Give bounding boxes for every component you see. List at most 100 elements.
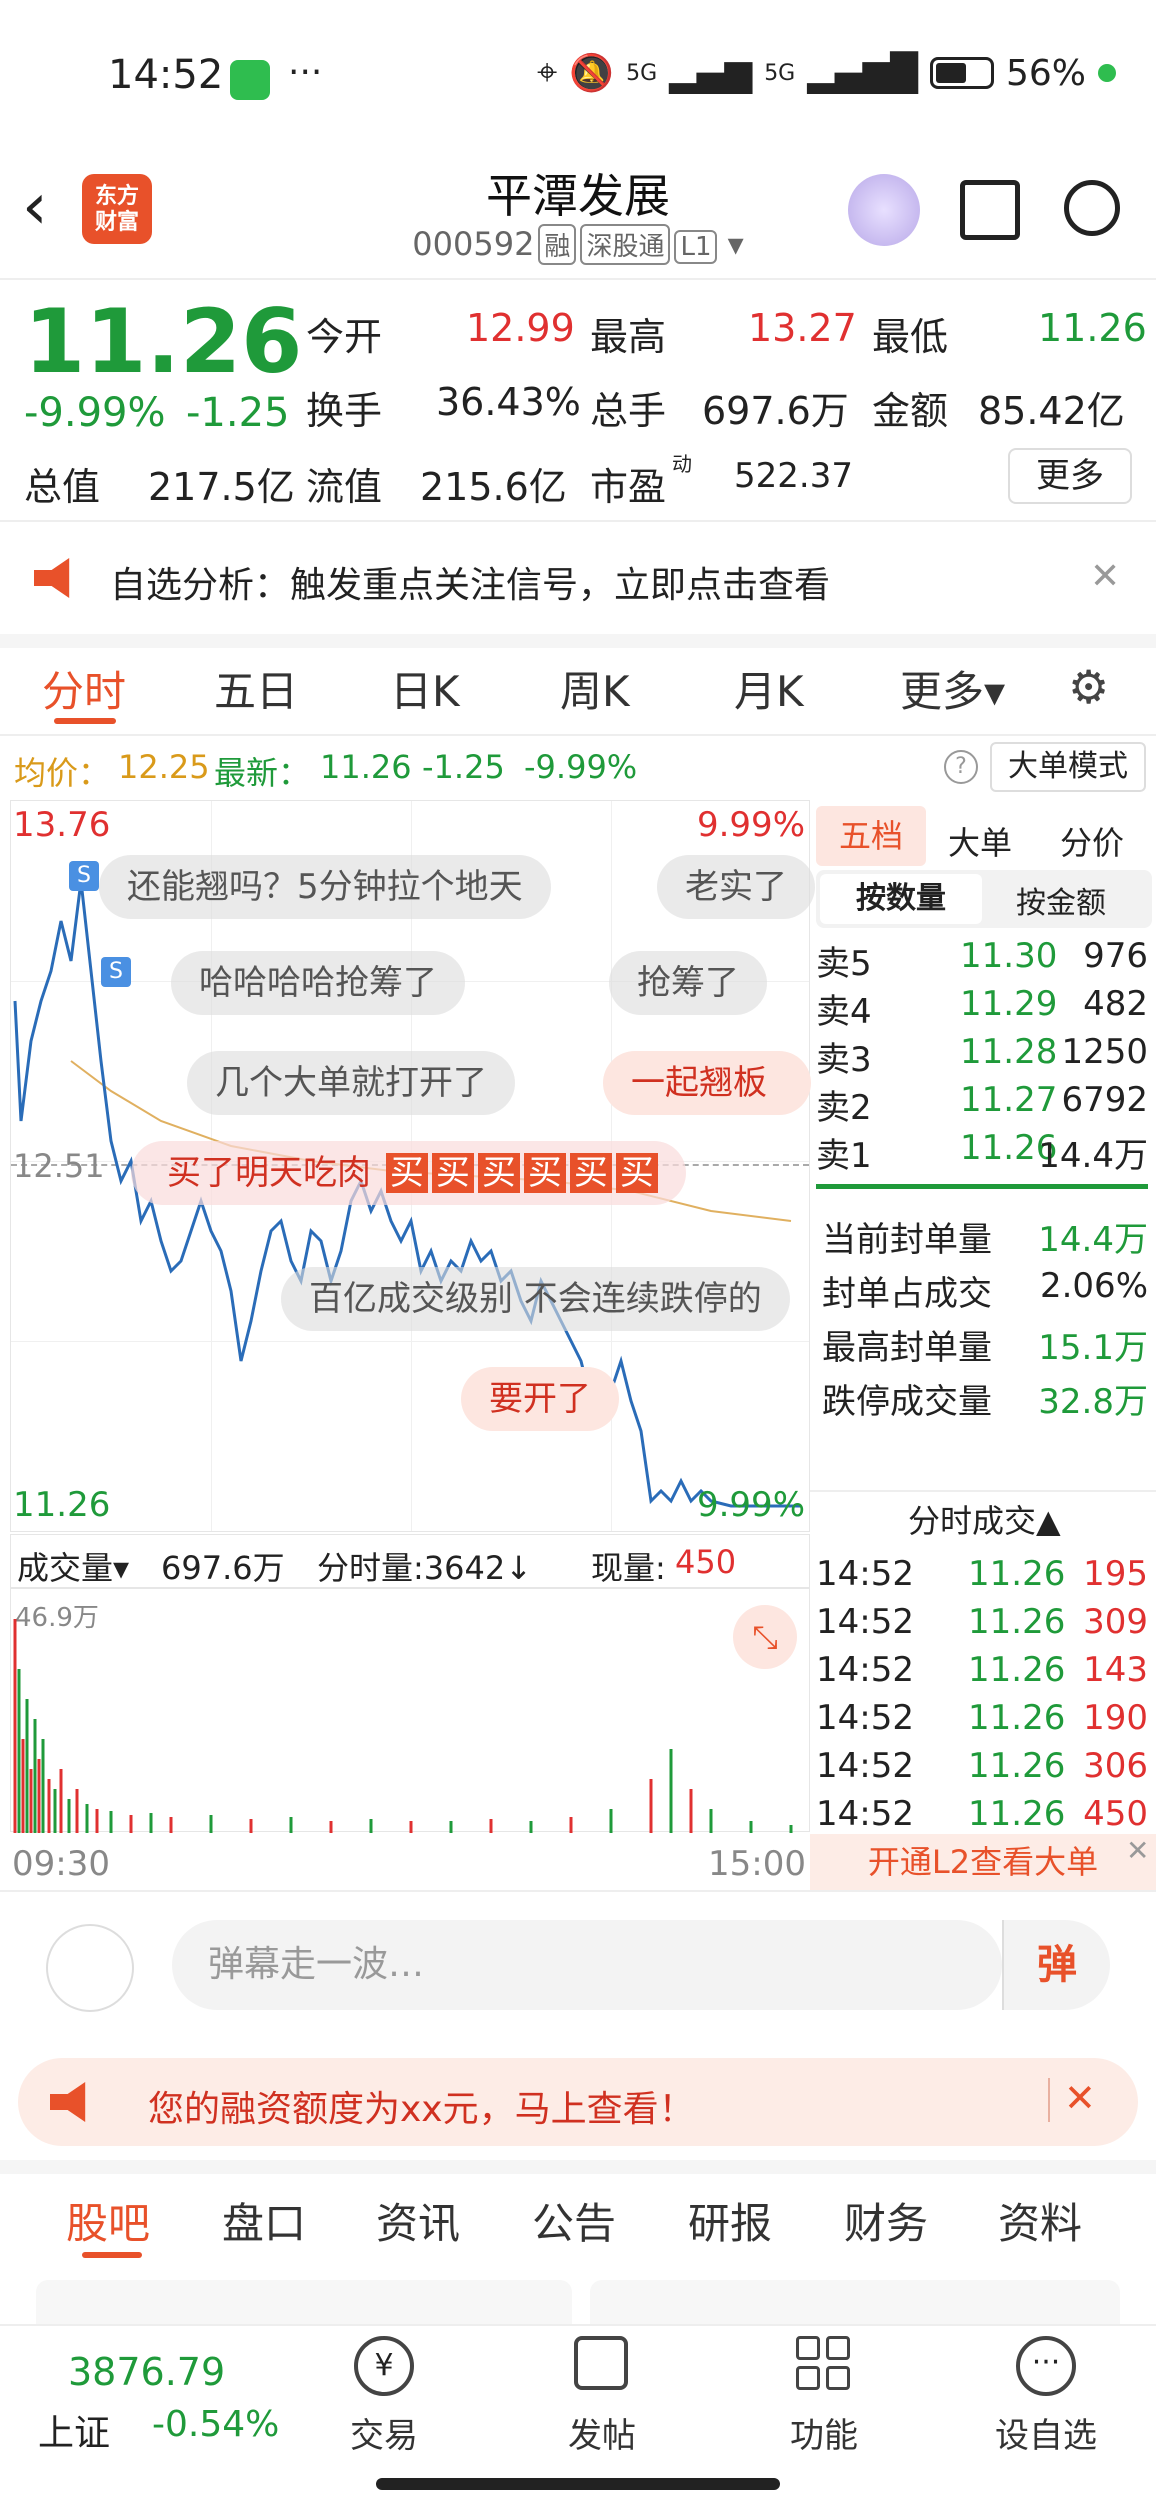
danmu-bubble[interactable]: 哈哈哈哈抢筹了 <box>171 951 465 1015</box>
index-name[interactable]: 上证 <box>38 2404 110 2456</box>
close-icon[interactable]: ✕ <box>1090 556 1120 597</box>
tab-pankou[interactable]: 盘口 <box>222 2190 306 2251</box>
apps-icon[interactable] <box>796 2336 850 2390</box>
tab-finance[interactable]: 财务 <box>844 2190 928 2251</box>
assistant-avatar-icon[interactable] <box>848 174 920 246</box>
nav-post[interactable]: 发帖 <box>532 2408 672 2457</box>
tab-5day[interactable]: 五日 <box>214 658 298 719</box>
trades-title[interactable]: 分时成交▲ <box>908 1496 1061 1542</box>
volume-label: 总手 <box>590 389 667 433</box>
volume-chart[interactable]: 46.9万 ⤡ <box>10 1588 810 1833</box>
subtab-by-qty[interactable]: 按数量 <box>820 874 982 924</box>
nav-trade[interactable]: 交易 <box>314 2408 454 2457</box>
stock-code: 000592 <box>412 225 535 263</box>
danmu-settings-icon[interactable] <box>46 1924 134 2012</box>
volume-header: 成交量▾ 697.6万 分时量:3642↓ 现量: 450 <box>10 1534 810 1588</box>
mcap-label: 总值 <box>24 465 101 509</box>
post-icon[interactable] <box>574 2336 628 2390</box>
buy-tag: 买 <box>431 1153 474 1193</box>
l2-upgrade-banner[interactable]: 开通L2查看大单 <box>810 1834 1156 1890</box>
divider <box>810 1490 1156 1492</box>
tab-guba[interactable]: 股吧 <box>66 2190 150 2251</box>
float-value: 215.6亿 <box>420 465 567 509</box>
sell-signal-marker[interactable]: S <box>69 861 99 891</box>
tab-more[interactable]: 更多▾ <box>900 658 1005 719</box>
status-right: ⌖ 🔕 5G ▂▄▆ 5G ▂▄▆█ 56% <box>537 52 1116 94</box>
ask-label: 卖2 <box>816 1088 872 1128</box>
index-change[interactable]: -0.54% <box>152 2404 279 2445</box>
big-order-mode-button[interactable]: 大单模式 <box>990 742 1146 792</box>
tab-price-dist[interactable]: 分价 <box>1060 818 1124 864</box>
sell-signal-marker[interactable]: S <box>101 957 131 987</box>
danmu-bubble[interactable]: 抢筹了 <box>609 951 767 1015</box>
danmu-bubble-highlight[interactable]: 一起翘板 <box>603 1051 811 1115</box>
stat-value: 15.1万 <box>1038 1328 1148 1368</box>
battery-icon <box>929 57 994 89</box>
danmu-input[interactable]: 弹幕走一波… <box>172 1920 1002 2010</box>
trade-price: 11.26 <box>968 1602 1066 1642</box>
now-volume: 450 <box>675 1543 737 1581</box>
orderbook-tabs: 五档 大单 分价 <box>812 806 1152 868</box>
close-icon[interactable]: ✕ <box>1126 1834 1149 1867</box>
trade-vol: 309 <box>1083 1602 1148 1642</box>
y-max-pct-label: 9.99% <box>696 805 805 845</box>
nav-functions[interactable]: 功能 <box>754 2408 894 2457</box>
close-icon[interactable]: ✕ <box>1064 2076 1096 2120</box>
pe-sup: 动 <box>672 452 692 476</box>
signal-icon-2: ▂▄▆█ <box>807 52 918 94</box>
amount-value: 85.42亿 <box>978 389 1125 433</box>
change-value: -1.25 <box>186 390 290 436</box>
danmu-bubble[interactable]: 还能翘吗？5分钟拉个地天 <box>99 855 551 919</box>
expand-icon[interactable]: ⤡ <box>733 1605 797 1669</box>
help-icon[interactable]: ? <box>944 750 978 784</box>
ask-price: 11.27 <box>960 1080 1058 1120</box>
y-mid-label: 12.51 <box>13 1147 105 1185</box>
intraday-chart[interactable]: 13.76 9.99% 12.51 11.26 9.99% S S 还能翘吗？5… <box>10 800 815 1532</box>
post-card[interactable] <box>36 2280 572 2324</box>
index-value[interactable]: 3876.79 <box>68 2350 225 2394</box>
tab-news[interactable]: 资讯 <box>376 2190 460 2251</box>
danmu-bubble-highlight[interactable]: 要开了 <box>461 1367 619 1431</box>
trade-vol: 450 <box>1083 1794 1148 1834</box>
tab-daily-k[interactable]: 日K <box>390 658 460 719</box>
trade-price: 11.26 <box>968 1746 1066 1786</box>
buy-tag: 买 <box>385 1153 428 1193</box>
danmu-bubble-buy[interactable]: 买了明天吃肉 买买买买买买 <box>131 1141 686 1205</box>
tab-intraday[interactable]: 分时 <box>42 658 126 719</box>
trade-vol: 143 <box>1083 1650 1148 1690</box>
danmu-bubble[interactable]: 几个大单就打开了 <box>187 1051 515 1115</box>
tab-monthly-k[interactable]: 月K <box>734 658 804 719</box>
trade-time: 14:52 <box>816 1650 914 1690</box>
trade-price: 11.26 <box>968 1698 1066 1738</box>
high-label: 最高 <box>590 315 667 359</box>
nav-add-watchlist[interactable]: 设自选 <box>976 2408 1116 2457</box>
trade-icon[interactable]: ¥ <box>354 2336 414 2396</box>
tag-margin: 融 <box>538 224 577 265</box>
more-icon[interactable]: ··· <box>1016 2336 1076 2396</box>
danmu-bubble[interactable]: 百亿成交级别 不会连续跌停的 <box>281 1267 790 1331</box>
tab-research[interactable]: 研报 <box>688 2190 772 2251</box>
more-notifications-icon: ··· <box>288 52 323 93</box>
gear-icon[interactable]: ⚙ <box>1068 660 1109 714</box>
tab-announcements[interactable]: 公告 <box>532 2190 616 2251</box>
danmu-send-button[interactable]: 弹 <box>1002 1920 1110 2010</box>
tab-five-levels[interactable]: 五档 <box>816 806 926 866</box>
post-card[interactable] <box>590 2280 1120 2324</box>
subtab-by-amount[interactable]: 按金额 <box>1016 878 1106 922</box>
tab-weekly-k[interactable]: 周K <box>560 658 630 719</box>
tag-level: L1 <box>674 230 718 264</box>
trade-time: 14:52 <box>816 1746 914 1786</box>
tab-profile[interactable]: 资料 <box>998 2190 1082 2251</box>
ask-qty: 976 <box>1083 936 1148 976</box>
danmu-bubble[interactable]: 老实了 <box>657 855 815 919</box>
ask-price: 11.29 <box>960 984 1058 1024</box>
volume-indicator-select[interactable]: 成交量▾ <box>17 1543 129 1589</box>
float-label: 流值 <box>306 465 383 509</box>
more-quote-button[interactable]: 更多 <box>1008 448 1132 504</box>
share-icon[interactable] <box>960 180 1020 240</box>
search-icon[interactable] <box>1064 180 1120 236</box>
buy-tag: 买 <box>523 1153 566 1193</box>
tab-big-orders[interactable]: 大单 <box>948 818 1012 864</box>
notice-text[interactable]: 自选分析：触发重点关注信号，立即点击查看 <box>110 556 830 608</box>
stat-value: 32.8万 <box>1038 1382 1148 1422</box>
